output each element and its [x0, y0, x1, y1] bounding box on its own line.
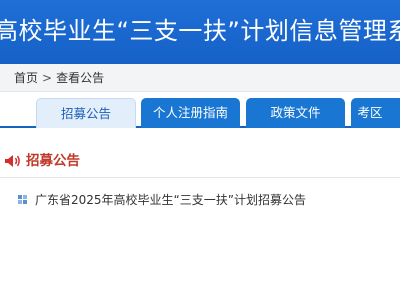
- announcement-list: 广东省2025年高校毕业生“三支一扶”计划招募公告: [0, 188, 400, 212]
- tab-exam-area[interactable]: 考区: [351, 98, 400, 128]
- grid-bullet-icon: [18, 195, 27, 204]
- tab-bar: 招募公告 个人注册指南 政策文件 考区: [0, 92, 400, 128]
- tab-policy-documents[interactable]: 政策文件: [246, 98, 345, 128]
- breadcrumb-current: 查看公告: [56, 71, 105, 85]
- section-title: 招募公告: [26, 153, 80, 169]
- list-item[interactable]: 广东省2025年高校毕业生“三支一扶”计划招募公告: [0, 188, 400, 212]
- section-header: 招募公告: [0, 148, 400, 174]
- breadcrumb: 首页 > 查看公告: [0, 64, 400, 92]
- breadcrumb-home-link[interactable]: 首页: [14, 64, 38, 92]
- announcement-link[interactable]: 广东省2025年高校毕业生“三支一扶”计划招募公告: [35, 188, 306, 212]
- tab-registration-guide[interactable]: 个人注册指南: [141, 98, 240, 128]
- speaker-icon: [5, 155, 20, 167]
- breadcrumb-separator: >: [42, 71, 53, 85]
- app-header: 高校毕业生“三支一扶”计划信息管理系统（考: [0, 0, 400, 64]
- tab-recruitment-notice[interactable]: 招募公告: [36, 98, 136, 128]
- system-title: 高校毕业生“三支一扶”计划信息管理系统（考: [0, 17, 400, 45]
- section-divider: [0, 177, 400, 178]
